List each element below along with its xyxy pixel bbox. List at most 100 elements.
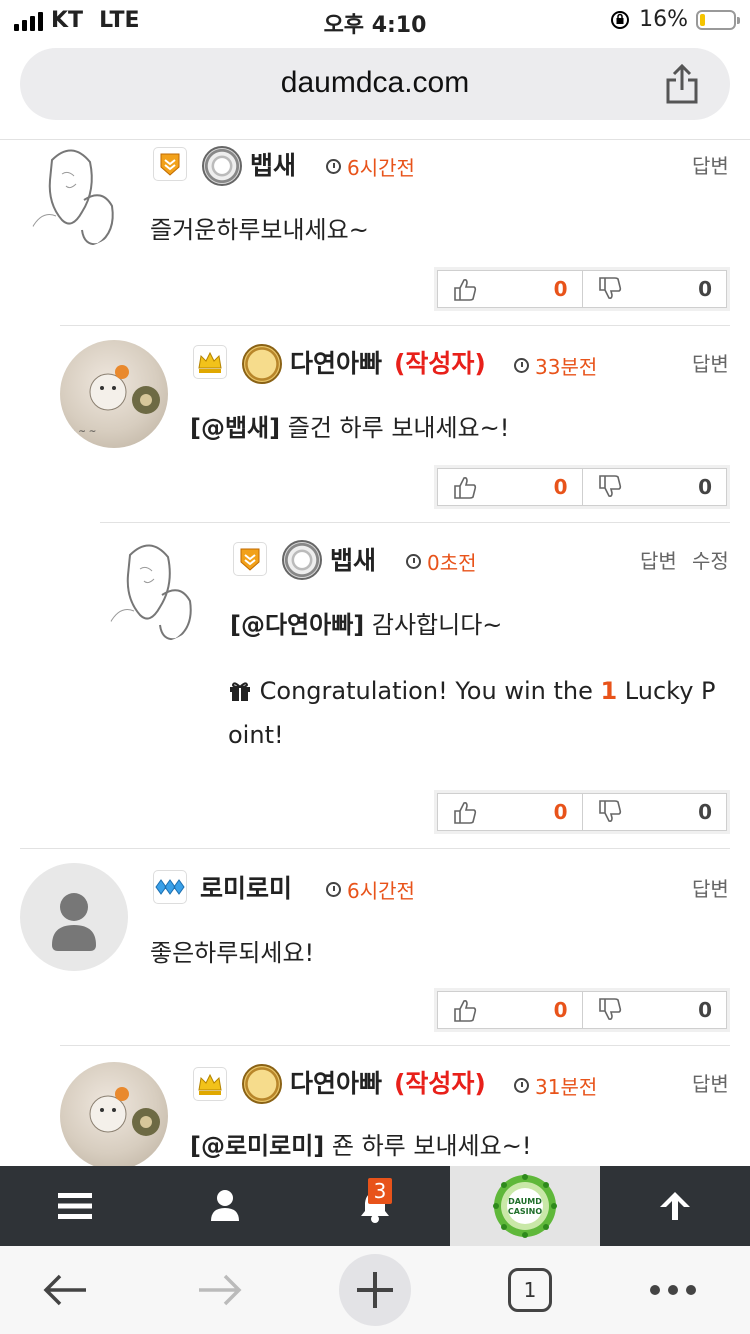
gold-medal-icon [242,1064,282,1104]
comment-author[interactable]: 뱁새 [250,146,296,182]
thumbs-up-icon [454,279,477,301]
battery-percent: 16% [639,7,688,32]
lucky-text-suffix: Lucky P [617,677,716,705]
back-button[interactable] [20,1246,110,1334]
share-icon[interactable] [662,62,702,106]
dislike-count: 0 [698,277,712,301]
mention[interactable]: [@뱁새] [190,414,280,442]
logo-text-2: CASINO [508,1207,542,1216]
more-button[interactable] [636,1246,710,1334]
new-tab-button[interactable] [338,1246,412,1334]
avatar [100,535,208,643]
comment-author[interactable]: 다연아빠 [290,1064,382,1100]
edit-button[interactable]: 수정 [692,545,729,574]
thumbs-down-icon [598,998,621,1020]
reply-button[interactable]: 답변 [692,873,729,902]
arrow-right-icon [199,1274,242,1306]
like-button[interactable]: 0 [438,469,582,505]
status-right: 16% [609,7,740,32]
mention[interactable]: [@다연아빠] [230,611,364,639]
vote-box: 0 0 [437,270,727,308]
address-bar[interactable]: daumdca.com [20,48,730,120]
crown-badge-icon [194,1068,226,1100]
thumbs-down-icon [598,277,621,299]
notification-badge: 3 [368,1178,392,1204]
thumbs-up-icon [454,477,477,499]
like-count: 0 [553,277,568,301]
reply-button[interactable]: 답변 [692,1068,729,1097]
clock-icon [326,882,341,897]
like-count: 0 [553,800,568,824]
svg-text:~ ~ ~: ~ ~ ~ [68,427,96,437]
lucky-text-prefix: Congratulation! You win the [259,677,601,705]
comment-body: 좋은하루되세요! [150,939,315,967]
hamster-photo-icon [89,1087,160,1136]
arrow-left-icon [43,1274,86,1306]
tabs-button[interactable]: 1 [500,1246,560,1334]
thumbs-up-icon [454,1000,477,1022]
gold-medal-icon [242,344,282,384]
user-placeholder-icon [52,893,96,951]
thumbs-up-icon [454,802,477,824]
diamond-badge-icon [154,871,186,903]
like-button[interactable]: 0 [438,992,582,1028]
reply-button[interactable]: 답변 [640,545,677,574]
comment-item: 다연아빠 (작성자) 31분전 답변 [@로미로미] 죤 하루 보내세요~! [0,1046,750,1166]
reply-button[interactable]: 답변 [692,348,729,377]
comment-author[interactable]: 뱁새 [330,541,376,577]
status-bar: KT LTE 오후 4:10 16% [0,0,750,42]
dislike-button[interactable]: 0 [581,992,727,1028]
site-logo-button[interactable]: DAUMD CASINO [450,1166,600,1246]
dislike-count: 0 [698,998,712,1022]
gift-icon [230,682,250,701]
vote-box: 0 0 [437,991,727,1029]
browser-toolbar: 1 [0,1246,750,1334]
hamster-photo-icon: ~ ~ ~ [68,365,160,437]
clock-icon [514,358,529,373]
mention[interactable]: [@로미로미] [190,1132,324,1160]
menu-button[interactable] [0,1166,150,1246]
more-dots-icon [650,1285,696,1295]
clock-icon [406,554,421,569]
comment-author[interactable]: 다연아빠 [290,344,382,380]
hamburger-icon [58,1193,92,1219]
comment-body: [@뱁새] 즐건 하루 보내세요~! [190,414,510,442]
user-icon [211,1190,239,1221]
avatar [20,863,128,971]
avatar: ~ ~ ~ [60,340,168,448]
comment-time: 31분전 [514,1071,597,1100]
forward-button[interactable] [175,1246,265,1334]
lucky-points: 1 [600,677,618,705]
url-text[interactable]: daumdca.com [20,66,730,100]
rotation-lock-icon [611,10,630,29]
dislike-button[interactable]: 0 [581,469,727,505]
comment-time: 0초전 [406,547,477,576]
dislike-count: 0 [698,475,712,499]
scroll-top-button[interactable] [600,1166,750,1246]
profile-button[interactable] [150,1166,300,1246]
author-tag: (작성자) [394,349,486,378]
rank-badge-icon [234,543,266,575]
dislike-button[interactable]: 0 [581,271,727,307]
rank-badge-icon [154,148,186,180]
sketch-figure-icon [31,149,114,246]
thumbs-down-icon [598,800,621,822]
dislike-button[interactable]: 0 [581,794,727,830]
reply-button[interactable]: 답변 [692,150,729,179]
like-button[interactable]: 0 [438,271,582,307]
comment-item: ~ ~ ~ 다연아빠 (작성자) 33분전 답변 [@뱁새] 즐건 하루 보내세… [0,326,750,522]
like-count: 0 [553,475,568,499]
comment-time: 33분전 [514,351,597,380]
comment-item: 뱁새 0초전 답변 수정 [@다연아빠] 감사합니다~ Congratulati… [0,523,750,848]
vote-box: 0 0 [437,468,727,506]
comment-time: 6시간전 [326,875,415,904]
crown-badge-icon [194,346,226,378]
battery-icon [696,9,740,30]
comment-body: [@다연아빠] 감사합니다~ [230,611,503,639]
like-count: 0 [553,998,568,1022]
plus-icon [339,1254,411,1326]
silver-medal-icon [282,540,322,580]
comment-time: 6시간전 [326,152,415,181]
like-button[interactable]: 0 [438,794,582,830]
comment-author[interactable]: 로미로미 [200,869,292,905]
